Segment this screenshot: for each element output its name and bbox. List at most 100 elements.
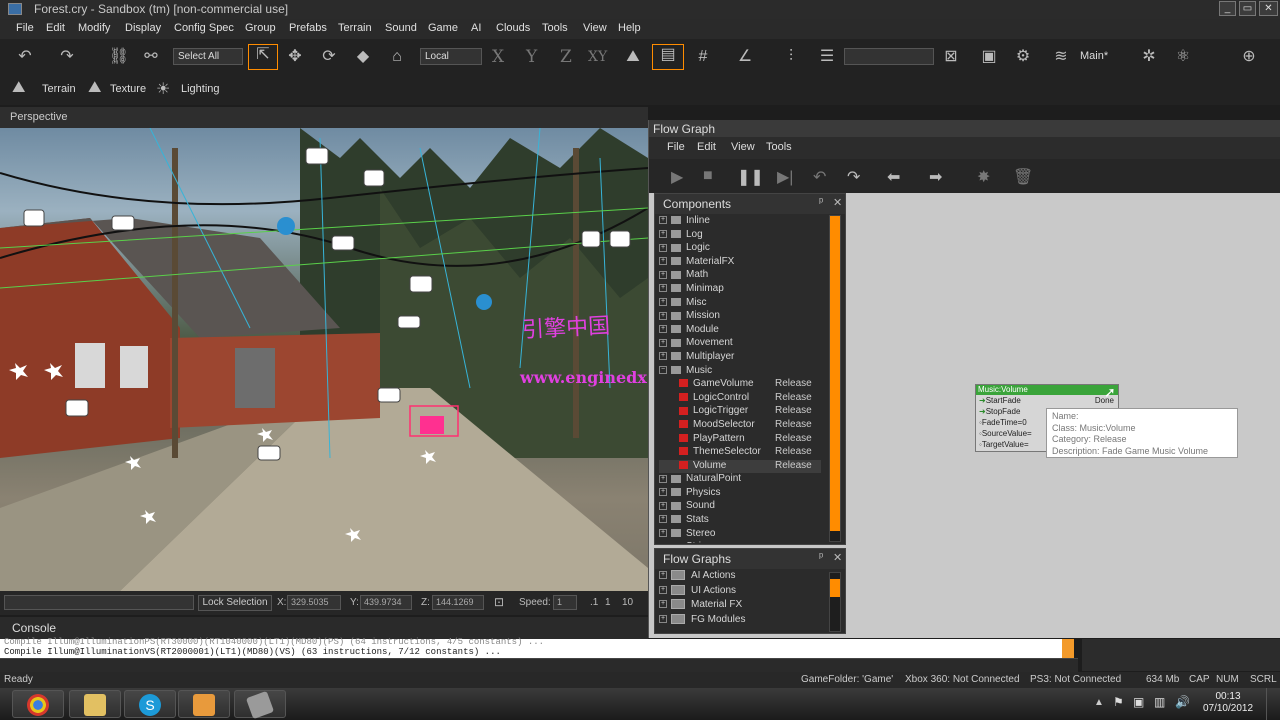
console-scrollbar[interactable] [1062,639,1074,658]
menu-group[interactable]: Group [245,22,276,34]
expand-icon[interactable]: + [659,216,667,225]
component-item[interactable]: ThemeSelector Release [659,446,821,460]
expand-icon[interactable]: + [659,515,667,524]
console-input[interactable] [0,658,1078,672]
network-icon[interactable]: ⚛ [1172,47,1194,67]
network-icon[interactable]: ▥ [1154,695,1165,709]
taskbar-app-button[interactable] [178,690,230,718]
close-icon[interactable]: ✕ [833,196,842,209]
y-coord-field[interactable]: 439.9734 [360,595,412,610]
select-filter-dropdown[interactable]: Select All [173,48,243,65]
taskbar-explorer-button[interactable] [69,690,121,718]
component-item[interactable]: + Log [659,229,821,243]
component-item[interactable]: LogicControl Release [659,392,821,406]
tray-expand-icon[interactable]: ▲ [1094,697,1104,708]
expand-icon[interactable]: + [659,338,667,347]
expand-icon[interactable]: + [659,297,667,306]
select-mode-icon[interactable]: ⇱ [248,44,278,70]
component-item[interactable]: + Misc [659,297,821,311]
scale-icon[interactable]: ◆ [352,47,374,67]
expand-icon[interactable]: + [659,229,667,238]
menu-tools[interactable]: Tools [542,22,568,34]
component-item[interactable]: GameVolume Release [659,378,821,392]
delete-icon[interactable]: 🗑 [1013,167,1033,187]
speed-option-10[interactable]: 10 [622,597,633,608]
redo-icon[interactable]: ↷ [847,167,860,187]
node-input-port[interactable]: ➜StopFade [979,407,1020,416]
pin-icon[interactable]: ᵖ [819,551,823,563]
component-item[interactable]: + Multiplayer [659,351,821,365]
component-item[interactable]: + Mission [659,310,821,324]
menu-help[interactable]: Help [618,22,641,34]
settings-icon[interactable]: ✲ [1138,47,1160,67]
ruler-icon[interactable]: ⫶ [780,47,802,67]
grid-icon[interactable]: # [692,47,714,67]
component-item[interactable]: − Music [659,365,821,379]
component-item[interactable]: +String [659,541,821,543]
physics-icon[interactable]: ⚙ [1012,47,1034,67]
forward-icon[interactable]: ➡ [929,167,942,187]
camera-icon[interactable]: ▣ [978,47,1000,67]
menu-modify[interactable]: Modify [78,22,110,34]
menu-terrain[interactable]: Terrain [338,22,372,34]
close-icon[interactable]: ✕ [833,551,842,564]
menu-prefabs[interactable]: Prefabs [289,22,327,34]
component-item[interactable]: + Inline [659,215,821,229]
pause-icon[interactable]: ❚❚ [737,167,764,187]
expand-icon[interactable]: + [659,571,667,580]
taskbar-sandbox-button[interactable] [234,690,286,720]
layers-icon[interactable]: ☰ [816,47,838,67]
axis-xy-button[interactable]: XY [588,49,607,65]
expand-icon[interactable]: + [659,284,667,293]
expand-icon[interactable]: + [659,352,667,361]
expand-icon[interactable]: + [659,501,667,510]
menu-display[interactable]: Display [125,22,161,34]
z-coord-field[interactable]: 144.1269 [432,595,484,610]
lock-selection-button[interactable]: Lock Selection [198,595,272,611]
expand-icon[interactable]: + [659,585,667,594]
component-item[interactable]: + Math [659,269,821,283]
expand-icon[interactable]: + [659,243,667,252]
play-icon[interactable]: ▶ [671,167,683,187]
expand-icon[interactable]: + [659,614,667,623]
expand-icon[interactable]: + [659,311,667,320]
component-item[interactable]: + NaturalPoint [659,473,821,487]
flow-graph-item[interactable]: + UI Actions [659,585,821,600]
coordinate-system-dropdown[interactable]: Local [420,48,482,65]
node-input-port[interactable]: ◦FadeTime=0 [979,418,1027,427]
clear-selection-icon[interactable]: ⊠ [940,47,962,67]
expand-icon[interactable]: + [659,325,667,334]
angle-snap-icon[interactable]: ∠ [734,47,756,67]
axis-y-button[interactable]: Y [526,47,537,67]
expand-icon[interactable]: + [659,474,667,483]
component-item[interactable]: Volume Release [659,459,821,474]
collapse-icon[interactable]: − [659,365,667,374]
component-item[interactable]: LogicTrigger Release [659,405,821,419]
component-item[interactable]: + Stereo [659,528,821,542]
axis-x-button[interactable]: X [492,47,504,67]
menu-game[interactable]: Game [428,22,458,34]
fg-menu-file[interactable]: File [667,141,685,153]
component-item[interactable]: PlayPattern Release [659,433,821,447]
move-icon[interactable]: ✥ [284,47,306,67]
undo-icon[interactable]: ↶ [813,167,826,187]
component-item[interactable]: + Module [659,324,821,338]
speed-option-0[interactable]: .1 [590,597,598,608]
flow-graph-toggle-icon[interactable]: ▤ [652,44,684,70]
flow-graph-item[interactable]: + Material FX [659,599,821,614]
pin-icon[interactable]: ᵖ [819,196,823,208]
speed-field[interactable]: 1 [553,595,577,610]
stop-icon[interactable]: ■ [703,167,713,185]
step-icon[interactable]: ▶| [777,167,793,187]
fg-menu-edit[interactable]: Edit [697,141,716,153]
texture-button[interactable]: Texture [110,83,146,95]
volume-icon[interactable]: 🔊 [1175,695,1190,709]
axis-z-button[interactable]: Z [560,47,572,67]
lighting-button[interactable]: Lighting [181,83,220,95]
minimize-button[interactable]: _ [1219,1,1236,16]
node-input-port[interactable]: ◦TargetValue= [979,440,1029,449]
debug-icon[interactable]: ✸ [977,167,990,187]
flow-graphs-scrollbar-thumb[interactable] [830,579,840,597]
component-item[interactable]: MoodSelector Release [659,419,821,433]
menu-view[interactable]: View [583,22,607,34]
